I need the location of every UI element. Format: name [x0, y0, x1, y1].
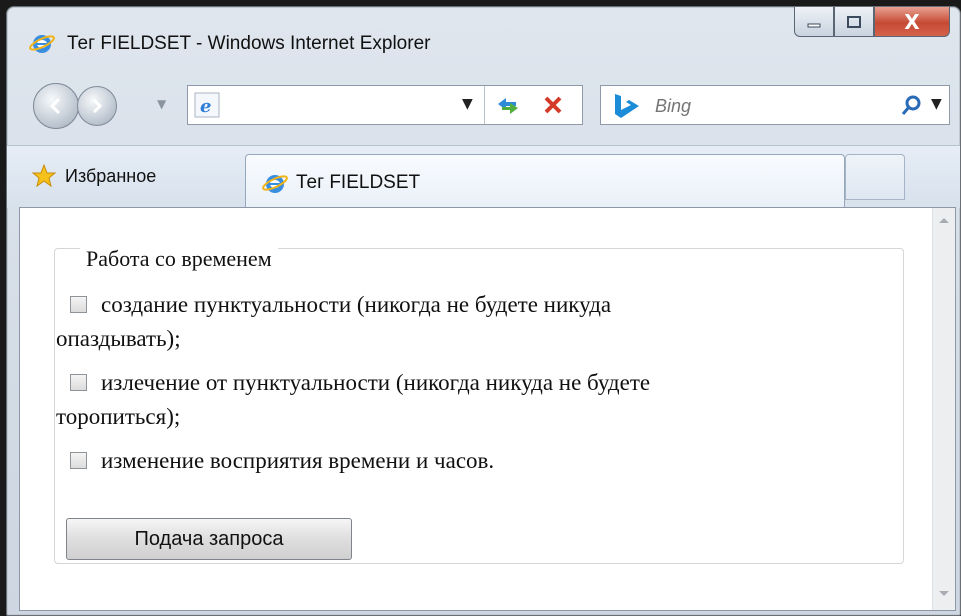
forward-button[interactable] [77, 86, 117, 126]
minimize-icon [807, 23, 821, 27]
ie-logo-icon [262, 175, 288, 193]
close-button[interactable]: X [874, 7, 950, 37]
browser-window: Тег FIELDSET - Windows Internet Explorer… [6, 6, 961, 616]
star-icon [31, 163, 57, 188]
option-3-line-1: изменение восприятия времени и часов. [56, 448, 494, 474]
address-dropdown[interactable]: ▼ [462, 96, 473, 112]
option-3-checkbox[interactable] [70, 452, 87, 469]
search-bar: ▼ [600, 85, 950, 125]
divider [484, 86, 485, 124]
option-1-label: создание пунктуальности (никогда не буде… [101, 292, 612, 317]
page-content: Работа со временем создание пунктуальнос… [19, 207, 956, 611]
option-2-line-2: торопиться); [56, 404, 181, 429]
close-icon: X [904, 9, 920, 34]
window-title: Тег FIELDSET - Windows Internet Explorer [67, 33, 431, 54]
back-button[interactable] [33, 83, 79, 129]
new-tab-button[interactable] [845, 154, 905, 200]
chevron-down-icon: ▼ [462, 96, 473, 112]
option-1-checkbox[interactable] [70, 296, 87, 313]
refresh-icon[interactable] [494, 92, 522, 118]
option-2-line-1: излечение от пунктуальности (никогда ник… [56, 370, 650, 396]
chevron-down-icon: ▼ [157, 97, 167, 111]
option-1-line-2: опаздывать); [56, 326, 181, 351]
search-dropdown[interactable]: ▼ [931, 96, 942, 112]
title-bar: Тег FIELDSET - Windows Internet Explorer… [7, 7, 960, 67]
option-3-label: изменение восприятия времени и часов. [101, 448, 495, 473]
maximize-button[interactable] [834, 7, 874, 37]
tab-bar: Избранное Тег FIELDSET [7, 145, 960, 208]
address-input[interactable] [228, 92, 472, 120]
svg-text:e: e [200, 96, 211, 117]
favorites-button[interactable]: Избранное [31, 160, 156, 192]
fieldset-legend: Работа со временем [80, 246, 278, 272]
submit-button[interactable]: Подача запроса [66, 518, 352, 560]
page-ie-icon: e [194, 92, 220, 118]
tab-label: Тег FIELDSET [296, 172, 421, 193]
chevron-down-icon: ▼ [931, 96, 942, 112]
option-1-line-1: создание пунктуальности (никогда не буде… [56, 292, 611, 318]
address-bar: e ▼ [187, 85, 583, 125]
option-2-label: излечение от пунктуальности (никогда ник… [101, 370, 651, 395]
ie-logo-icon [29, 35, 55, 53]
window-controls: X [794, 7, 950, 41]
search-icon[interactable] [899, 94, 923, 118]
scroll-up-icon[interactable] [939, 218, 949, 223]
minimize-button[interactable] [794, 7, 834, 37]
arrow-left-icon [49, 97, 61, 115]
maximize-icon [847, 15, 861, 28]
arrow-right-icon [92, 98, 103, 114]
search-input[interactable] [653, 93, 877, 119]
bing-logo-icon [615, 94, 639, 118]
stop-icon[interactable] [540, 92, 566, 118]
tab-active[interactable]: Тег FIELDSET [245, 154, 845, 208]
option-2-checkbox[interactable] [70, 374, 87, 391]
favorites-label: Избранное [65, 165, 157, 186]
recent-pages-dropdown[interactable]: ▼ [157, 97, 166, 111]
scroll-down-icon[interactable] [939, 591, 949, 596]
vertical-scrollbar[interactable] [932, 208, 955, 610]
